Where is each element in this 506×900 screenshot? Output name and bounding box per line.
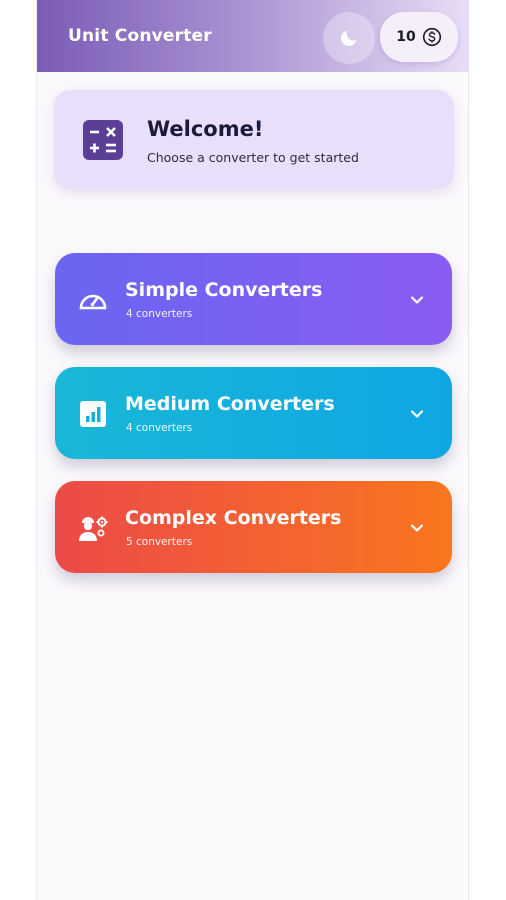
moon-icon (341, 30, 357, 46)
category-complex-converters[interactable]: Complex Converters 5 converters (55, 481, 452, 573)
speedometer-icon (79, 294, 107, 310)
app-screen: Unit Converter 10 Welcome! Choose a conv… (36, 0, 469, 900)
category-title: Simple Converters (125, 279, 323, 301)
chevron-down-icon (410, 524, 424, 532)
category-count: 5 converters (126, 536, 193, 548)
welcome-subtitle: Choose a converter to get started (147, 150, 359, 165)
category-title: Complex Converters (125, 507, 342, 529)
bar-chart-icon (80, 401, 106, 427)
welcome-card: Welcome! Choose a converter to get start… (54, 90, 454, 189)
category-medium-converters[interactable]: Medium Converters 4 converters (55, 367, 452, 459)
app-header: Unit Converter 10 (37, 0, 468, 72)
category-simple-converters[interactable]: Simple Converters 4 converters (55, 253, 452, 345)
category-count: 4 converters (126, 422, 193, 434)
welcome-title: Welcome! (147, 117, 264, 141)
engineer-gears-icon (79, 516, 108, 541)
coin-count: 10 (396, 29, 416, 45)
chevron-down-icon (410, 410, 424, 418)
theme-toggle-button[interactable] (323, 12, 375, 64)
chevron-down-icon (410, 296, 424, 304)
right-margin (469, 0, 506, 900)
category-count: 4 converters (126, 308, 193, 320)
app-title: Unit Converter (68, 26, 212, 46)
dollar-coin-icon (422, 27, 441, 47)
category-title: Medium Converters (125, 393, 335, 415)
left-margin (0, 0, 36, 900)
coin-balance-button[interactable]: 10 (380, 12, 458, 62)
calculator-icon (83, 120, 123, 160)
